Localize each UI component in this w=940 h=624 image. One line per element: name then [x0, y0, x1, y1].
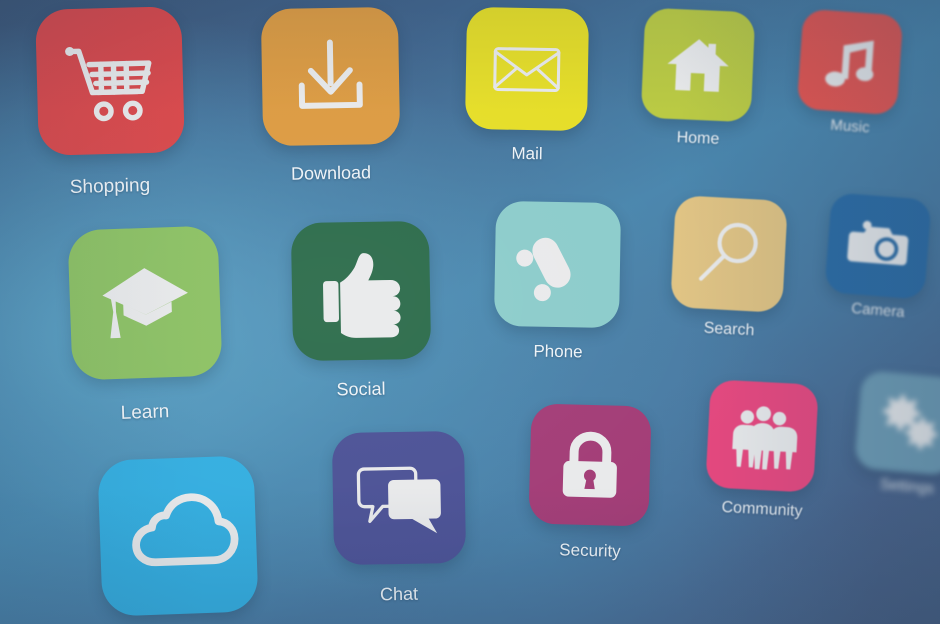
app-icon-label-phone: Phone	[532, 341, 583, 362]
app-icon-label-community: Community	[721, 498, 803, 521]
app-icon-chat[interactable]: Chat	[331, 430, 467, 604]
thumbs-up-icon[interactable]	[290, 220, 432, 362]
app-icon-label-music: Music	[829, 116, 871, 137]
app-icon-label-settings: Settings	[879, 475, 935, 498]
app-icon-cloud[interactable]: Cloud	[97, 455, 259, 617]
app-icon-label-social: Social	[336, 378, 386, 400]
app-icon-label-shopping: Shopping	[69, 174, 151, 199]
app-icon-social[interactable]: Social	[290, 220, 432, 399]
magnifier-icon[interactable]	[670, 195, 788, 313]
graduation-cap-icon[interactable]	[67, 225, 223, 381]
app-icon-music[interactable]: Music	[796, 8, 904, 136]
app-icon-shopping[interactable]: Shopping	[35, 6, 185, 198]
app-icon-label-chat: Chat	[379, 583, 419, 605]
phone-handset-icon[interactable]	[493, 200, 622, 329]
app-icon-label-camera: Camera	[850, 299, 906, 322]
app-icon-label-download: Download	[290, 162, 371, 184]
home-screen: Shopping Download Mail Home Music Learn Social…	[0, 0, 940, 624]
app-icon-label-search: Search	[703, 319, 755, 340]
music-note-icon[interactable]	[796, 8, 904, 116]
app-icon-label-home: Home	[676, 129, 720, 148]
gears-icon[interactable]	[853, 369, 940, 477]
people-group-icon[interactable]	[705, 379, 819, 493]
house-icon[interactable]	[640, 7, 756, 123]
app-icon-community[interactable]: Community	[705, 379, 819, 520]
app-icon-label-mail: Mail	[511, 143, 543, 164]
envelope-icon[interactable]	[464, 6, 590, 132]
shopping-cart-icon[interactable]	[35, 6, 185, 156]
app-icon-security[interactable]: Security	[528, 403, 652, 561]
download-arrow-icon[interactable]	[260, 6, 401, 147]
app-icon-search[interactable]: Search	[670, 195, 788, 339]
app-icon-label-learn: Learn	[120, 401, 170, 424]
app-icon-home[interactable]: Home	[640, 7, 756, 148]
app-icon-download[interactable]: Download	[260, 6, 401, 184]
app-icon-mail[interactable]: Mail	[464, 6, 590, 163]
app-icon-phone[interactable]: Phone	[493, 200, 622, 361]
app-icon-learn[interactable]: Learn	[67, 225, 223, 424]
speech-bubbles-icon[interactable]	[331, 430, 467, 566]
app-icon-label-security: Security	[559, 540, 621, 561]
app-icon-camera[interactable]: Camera	[824, 192, 932, 321]
cloud-icon[interactable]	[97, 455, 259, 617]
app-icon-settings[interactable]: Settings	[853, 369, 940, 497]
camera-icon[interactable]	[824, 192, 932, 300]
padlock-icon[interactable]	[528, 403, 652, 527]
